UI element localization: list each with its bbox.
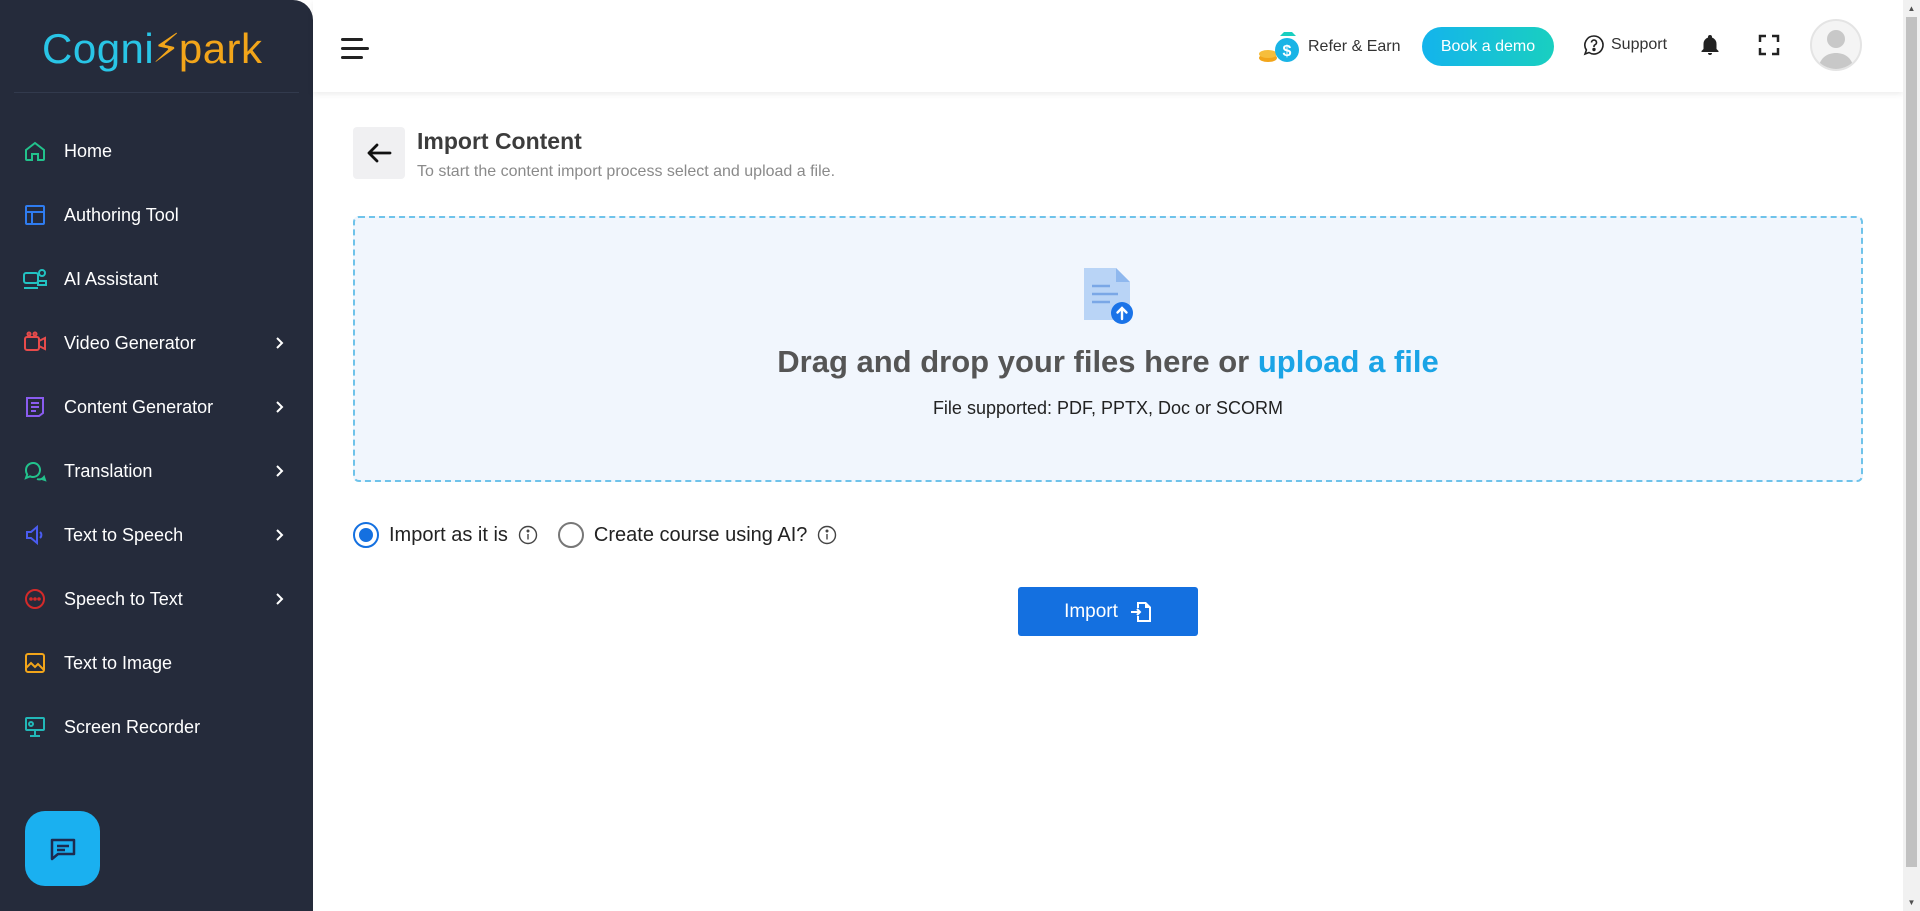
chevron-right-icon (276, 465, 284, 477)
indra-assistant-icon (22, 266, 48, 292)
dropzone-title: Drag and drop your files here or upload … (777, 344, 1438, 380)
sidebar-item-label: Video Generator (64, 332, 196, 353)
import-options: Import as it is Create course using AI? (353, 522, 837, 548)
cognispark-logo[interactable]: Cogni ⚡ park (42, 20, 263, 78)
sidebar-item-video-generator[interactable]: Video Generator (0, 311, 313, 375)
dropzone-instruction: Drag and drop your files here or (777, 344, 1258, 379)
file-dropzone[interactable]: Drag and drop your files here or upload … (353, 216, 1863, 482)
logo-text-part2: park (178, 25, 263, 72)
sidebar-item-authoring-tool[interactable]: Authoring Tool (0, 183, 313, 247)
sidebar-nav: Home Authoring Tool AI Assistant Video G… (0, 119, 313, 759)
video-icon (22, 330, 48, 356)
sidebar-item-label: Text to Speech (64, 524, 184, 545)
menu-toggle-icon[interactable] (341, 38, 371, 64)
bolt-icon: ⚡ (152, 27, 181, 71)
sidebar-item-label: Authoring Tool (64, 204, 179, 225)
monitor-icon (22, 714, 48, 740)
sidebar-item-label: Translation (64, 460, 153, 481)
file-upload-icon (1084, 268, 1133, 324)
supported-file-types: File supported: PDF, PPTX, Doc or SCORM (932, 398, 1284, 418)
file-import-icon (1130, 601, 1151, 622)
create-course-ai-radio[interactable] (557, 522, 584, 548)
chevron-right-icon (276, 593, 284, 605)
support-label: Support (1611, 36, 1668, 53)
sidebar-item-home[interactable]: Home (0, 119, 313, 183)
page-title: Import Content (417, 128, 582, 154)
layout-icon (22, 202, 48, 228)
vertical-scrollbar[interactable]: ▲ ▼ (1903, 0, 1920, 911)
sidebar-item-text-to-speech[interactable]: Text to Speech (0, 503, 313, 567)
back-button[interactable] (353, 127, 405, 179)
sidebar-item-ai-assistant[interactable]: AI Assistant (0, 247, 313, 311)
sidebar-item-label: Screen Recorder (64, 716, 201, 737)
home-icon (22, 138, 48, 164)
chat-button[interactable] (25, 811, 100, 886)
money-bag-icon: $ (1259, 32, 1299, 62)
logo-text-part1: Cogni (42, 25, 155, 72)
sidebar-item-content-generator[interactable]: Content Generator (0, 375, 313, 439)
refer-earn-link[interactable]: $ Refer & Earn (1258, 30, 1400, 64)
support-link[interactable]: Support (1583, 34, 1667, 56)
bell-icon[interactable] (1698, 33, 1722, 57)
fullscreen-icon[interactable] (1758, 34, 1780, 56)
import-as-is-radio[interactable] (353, 522, 379, 548)
sidebar-item-label: Text to Image (64, 652, 173, 673)
sidebar-item-screen-recorder[interactable]: Screen Recorder (0, 695, 313, 759)
speaker-icon (22, 522, 48, 548)
sidebar-item-label: AI Assistant (64, 268, 159, 289)
sidebar: Cogni⚡park Home Authoring Tool AI Assi (0, 0, 313, 911)
scroll-up-arrow-icon[interactable]: ▲ (1903, 0, 1920, 17)
import-as-is-label[interactable]: Import as it is (389, 524, 508, 547)
page-subtitle: To start the content import process sele… (417, 163, 836, 180)
import-button-label: Import (1064, 600, 1118, 622)
import-button[interactable]: Import (1018, 587, 1198, 636)
scroll-down-arrow-icon[interactable]: ▼ (1903, 894, 1920, 911)
document-icon (22, 394, 48, 420)
info-icon[interactable] (817, 525, 837, 545)
chevron-right-icon (276, 529, 284, 541)
top-header: $ Refer & Earn Book a demo Support (313, 0, 1903, 92)
arrow-left-icon (367, 143, 392, 163)
book-demo-button[interactable]: Book a demo (1422, 27, 1554, 66)
sidebar-item-label: Content Generator (64, 396, 214, 417)
logo-divider (14, 92, 299, 93)
refer-earn-label: Refer & Earn (1308, 38, 1401, 55)
sidebar-item-speech-to-text[interactable]: Speech to Text (0, 567, 313, 631)
user-avatar[interactable] (1810, 19, 1862, 71)
chevron-right-icon (276, 401, 284, 413)
user-silhouette-icon (1818, 30, 1854, 69)
scroll-thumb[interactable] (1906, 17, 1917, 867)
question-bubble-icon (1583, 35, 1604, 56)
chat-bubbles-icon (22, 458, 48, 484)
image-icon (22, 650, 48, 676)
sidebar-item-text-to-image[interactable]: Text to Image (0, 631, 313, 695)
chat-icon (50, 838, 75, 860)
app-root: Cogni⚡park Home Authoring Tool AI Assi (0, 0, 1920, 911)
upload-file-link[interactable]: upload a file (1258, 344, 1439, 379)
svg-text:$: $ (1283, 43, 1292, 60)
info-icon[interactable] (518, 525, 538, 545)
speech-bubble-icon (22, 586, 48, 612)
chevron-right-icon (276, 337, 284, 349)
sidebar-item-translation[interactable]: Translation (0, 439, 313, 503)
sidebar-item-label: Home (64, 140, 113, 161)
sidebar-item-label: Speech to Text (64, 588, 183, 609)
create-course-ai-label[interactable]: Create course using AI? (594, 524, 807, 547)
